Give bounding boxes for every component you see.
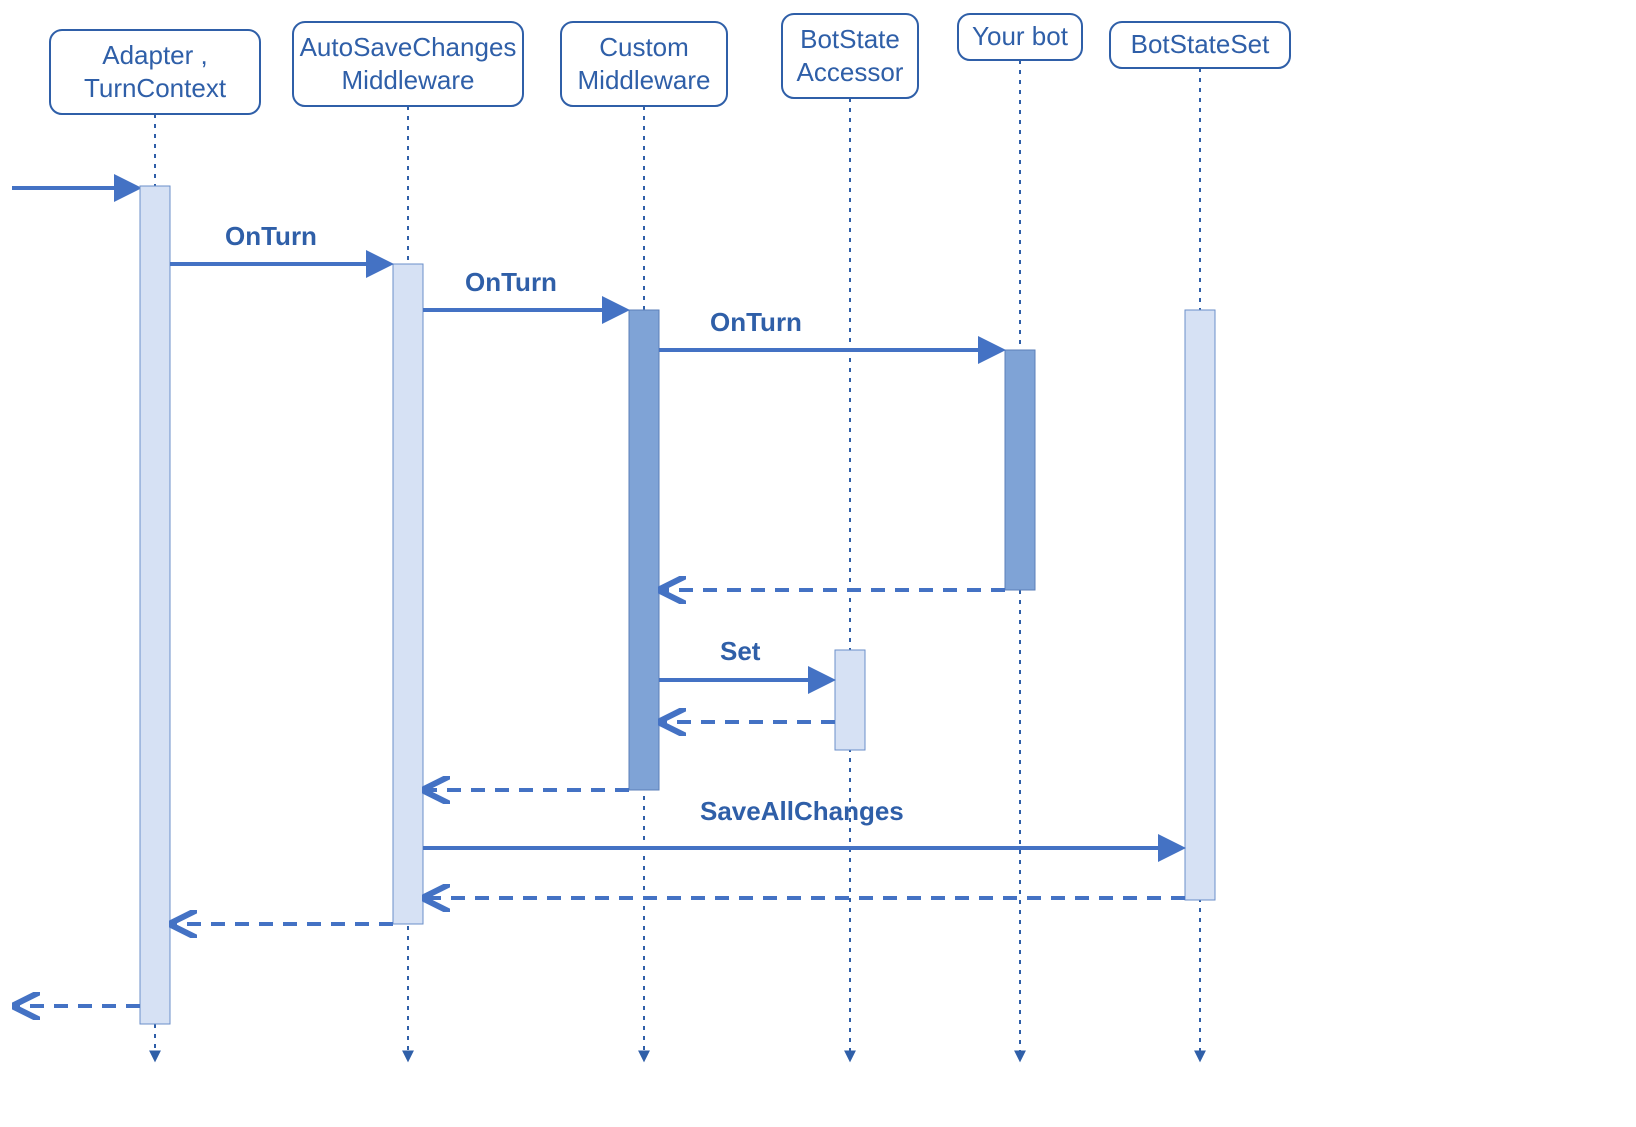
activation-autosave [393,264,423,924]
activation-adapter [140,186,170,1024]
participant-autosave: AutoSaveChanges Middleware [293,22,523,106]
activation-accessor [835,650,865,750]
participant-botstateset-line1: BotStateSet [1131,29,1271,59]
participant-yourbot: Your bot [958,14,1082,60]
participant-custom-line2: Middleware [578,65,711,95]
participant-adapter-line1: Adapter , [102,40,208,70]
sequence-diagram: Adapter , TurnContext AutoSaveChanges Mi… [0,0,1636,1127]
participant-adapter: Adapter , TurnContext [50,30,260,114]
msg-onturn-2-label: OnTurn [465,267,557,297]
msg-saveall-label: SaveAllChanges [700,796,904,826]
participant-autosave-line1: AutoSaveChanges [300,32,517,62]
participant-custom: Custom Middleware [561,22,727,106]
msg-onturn-3-label: OnTurn [710,307,802,337]
msg-set-label: Set [720,636,761,666]
activation-yourbot [1005,350,1035,590]
activation-botstateset [1185,310,1215,900]
msg-onturn-1-label: OnTurn [225,221,317,251]
participant-accessor-line1: BotState [800,24,900,54]
participant-botstateset: BotStateSet [1110,22,1290,68]
participant-autosave-line2: Middleware [342,65,475,95]
participant-accessor: BotState Accessor [782,14,918,98]
participant-accessor-line2: Accessor [797,57,904,87]
activation-custom [629,310,659,790]
participant-yourbot-line1: Your bot [972,21,1069,51]
participant-custom-line1: Custom [599,32,689,62]
participant-adapter-line2: TurnContext [84,73,227,103]
